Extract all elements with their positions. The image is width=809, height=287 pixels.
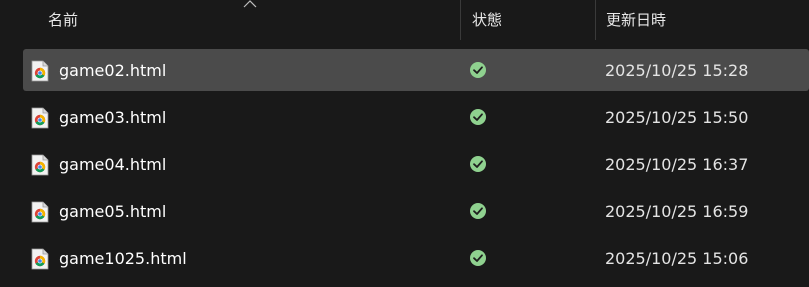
column-header-name[interactable]: 名前 <box>48 10 78 30</box>
column-header-bar: 名前 状態 更新日時 <box>0 0 809 40</box>
file-row[interactable]: game04.html 2025/10/25 16:37 <box>23 143 809 185</box>
file-row[interactable]: game05.html 2025/10/25 16:59 <box>23 190 809 232</box>
check-circle-icon <box>470 156 486 172</box>
chrome-html-file-icon <box>31 60 49 82</box>
chrome-html-file-icon <box>31 154 49 176</box>
chrome-html-file-icon <box>31 107 49 129</box>
file-name: game04.html <box>59 155 167 174</box>
modified-date: 2025/10/25 16:37 <box>605 155 749 174</box>
file-name: game05.html <box>59 202 167 221</box>
chrome-html-file-icon <box>31 201 49 223</box>
chevron-up-icon[interactable] <box>243 0 257 8</box>
file-name: game1025.html <box>59 249 187 268</box>
check-circle-icon <box>470 62 486 78</box>
column-divider[interactable] <box>460 0 461 40</box>
column-header-modified[interactable]: 更新日時 <box>606 10 666 30</box>
file-row[interactable]: game02.html 2025/10/25 15:28 <box>23 49 809 91</box>
file-name: game02.html <box>59 61 167 80</box>
column-divider[interactable] <box>595 0 596 40</box>
check-circle-icon <box>470 250 486 266</box>
file-name: game03.html <box>59 108 167 127</box>
column-header-status[interactable]: 状態 <box>472 10 502 30</box>
file-row[interactable]: game1025.html 2025/10/25 15:06 <box>23 237 809 279</box>
modified-date: 2025/10/25 15:06 <box>605 249 749 268</box>
modified-date: 2025/10/25 15:28 <box>605 61 749 80</box>
modified-date: 2025/10/25 16:59 <box>605 202 749 221</box>
file-row[interactable]: game03.html 2025/10/25 15:50 <box>23 96 809 138</box>
modified-date: 2025/10/25 15:50 <box>605 108 749 127</box>
check-circle-icon <box>470 109 486 125</box>
check-circle-icon <box>470 203 486 219</box>
chrome-html-file-icon <box>31 248 49 270</box>
